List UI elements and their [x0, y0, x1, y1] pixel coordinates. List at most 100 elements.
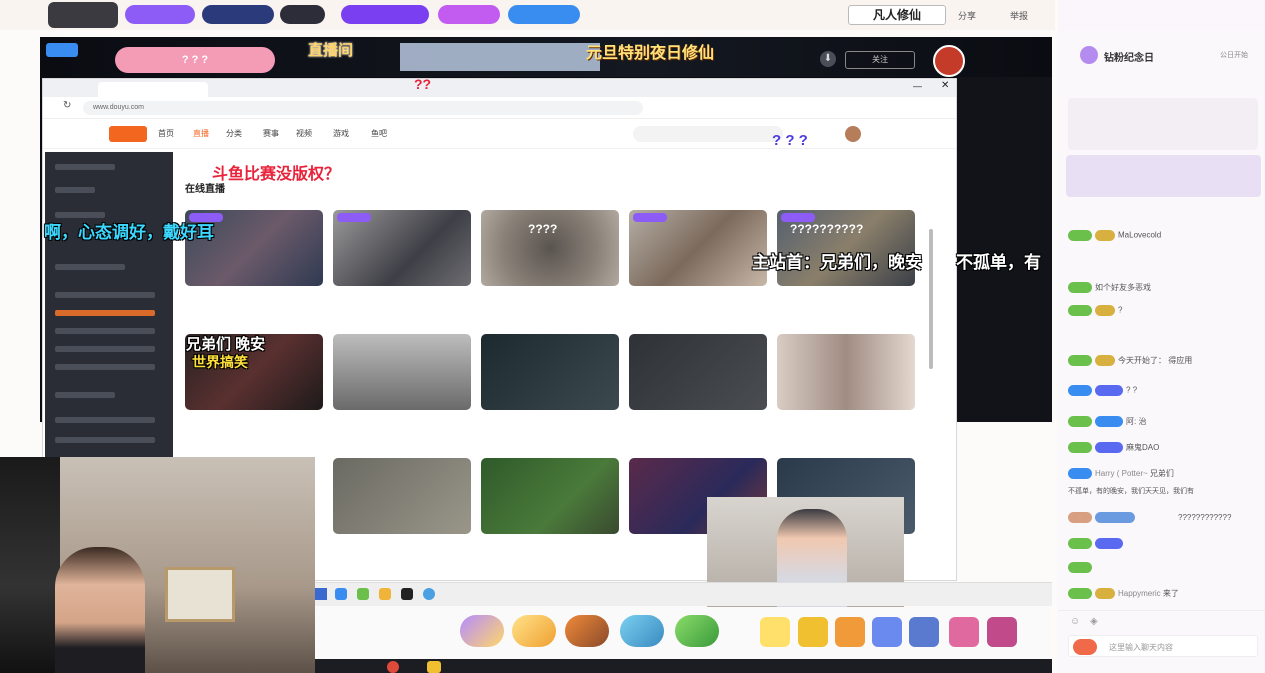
- site-user-avatar[interactable]: [845, 126, 861, 142]
- card-badge: [337, 213, 371, 222]
- browser-tab[interactable]: [98, 82, 208, 97]
- gift-icon[interactable]: [909, 617, 939, 647]
- chat-message: MaLovecold: [1068, 230, 1161, 241]
- gift-icon[interactable]: [460, 615, 504, 647]
- level-badge: [1068, 588, 1092, 600]
- share-link[interactable]: 分享: [958, 9, 976, 22]
- gift-icon[interactable]: [872, 617, 902, 647]
- close-icon[interactable]: ✕: [941, 80, 949, 91]
- chat-message: ?: [1068, 305, 1122, 316]
- tag-chip-4[interactable]: [341, 5, 429, 24]
- level-badge: [1068, 282, 1092, 294]
- fan-badge: [1095, 230, 1115, 241]
- gift-icon[interactable]: [949, 617, 979, 647]
- stream-card[interactable]: [481, 334, 619, 415]
- fan-badge: [1095, 355, 1115, 367]
- nav-item-2[interactable]: 分类: [226, 128, 242, 139]
- chat-user[interactable]: MaLovecold: [1118, 231, 1161, 240]
- card-thumbnail: [333, 334, 471, 410]
- streamer-avatar[interactable]: [48, 2, 118, 28]
- sidebar-item[interactable]: [55, 364, 155, 370]
- tag-chip-6[interactable]: [508, 5, 580, 24]
- sidebar-item[interactable]: [55, 292, 155, 298]
- stream-card[interactable]: [333, 210, 471, 291]
- webcam-main: [0, 457, 315, 673]
- nav-item-4[interactable]: 视频: [296, 128, 312, 139]
- emoji-icon[interactable]: ☺: [1070, 616, 1080, 627]
- stream-card[interactable]: [629, 210, 767, 291]
- sidebar-item[interactable]: [55, 187, 95, 193]
- download-icon[interactable]: ⬇: [820, 51, 836, 67]
- tag-chip-5[interactable]: [438, 5, 500, 24]
- taskbar-app-icon[interactable]: [423, 588, 435, 600]
- chat-header: 钻粉纪念日: [1104, 53, 1154, 64]
- sidebar-item[interactable]: [55, 310, 155, 316]
- app-icon[interactable]: [427, 661, 441, 673]
- nav-item-0[interactable]: 首页: [158, 128, 174, 139]
- stream-banner: ? ? ? 直播间 元旦特别夜日修仙 ⬇ 关注: [40, 37, 1052, 77]
- stream-card[interactable]: [629, 334, 767, 415]
- taskbar-app-icon[interactable]: [357, 588, 369, 600]
- level-badge: [1068, 305, 1092, 316]
- streamer-figure: [55, 547, 145, 673]
- gift-icon[interactable]: [675, 615, 719, 647]
- chat-message: 不孤单，有的晚安，我们天天见，我们有: [1068, 486, 1194, 496]
- stream-card[interactable]: [333, 334, 471, 415]
- gift-icon[interactable]: [987, 617, 1017, 647]
- taskbar-app-icon[interactable]: [335, 588, 347, 600]
- overlay-question-2: ? ? ?: [772, 132, 808, 149]
- site-search-input[interactable]: [633, 126, 783, 142]
- gift-icon[interactable]: [760, 617, 790, 647]
- report-link[interactable]: 举报: [1010, 9, 1028, 22]
- browser-address-row: ↻ www.douyu.com: [43, 97, 956, 119]
- fan-badge: [1095, 385, 1123, 396]
- gift-icon[interactable]: [835, 617, 865, 647]
- site-logo[interactable]: [109, 126, 147, 142]
- tag-chip-3[interactable]: [280, 5, 325, 24]
- card-thumbnail: [629, 210, 767, 286]
- chat-toolbar: ☺ ◈: [1058, 610, 1265, 632]
- nav-item-3[interactable]: 赛事: [263, 128, 279, 139]
- gift-toolbar-icon[interactable]: ◈: [1090, 616, 1098, 627]
- chat-message: 如个好友多恶戏: [1068, 282, 1151, 294]
- sidebar-item[interactable]: [55, 164, 115, 170]
- taskbar-app-icon[interactable]: [379, 588, 391, 600]
- gift-bar: [315, 607, 1050, 659]
- chat-input[interactable]: 这里输入聊天内容: [1068, 635, 1258, 657]
- fan-badge: [1095, 442, 1123, 454]
- follow-button[interactable]: 关注: [845, 51, 915, 69]
- chat-message: Harry ( Potter~ 兄弟们: [1068, 468, 1174, 480]
- tag-chip-2[interactable]: [202, 5, 274, 24]
- reload-icon[interactable]: ↻: [63, 100, 71, 111]
- start-icon[interactable]: [315, 588, 327, 600]
- level-badge: [1068, 468, 1092, 480]
- nav-item-5[interactable]: 游戏: [333, 128, 349, 139]
- chrome-icon[interactable]: [387, 661, 399, 673]
- gift-icon[interactable]: [620, 615, 664, 647]
- gift-icon[interactable]: [798, 617, 828, 647]
- stream-card[interactable]: [777, 334, 915, 415]
- tag-chip-1[interactable]: [125, 5, 195, 24]
- danmu-far-right: 不孤单，有: [956, 253, 1041, 272]
- chat-text: 今天开始了： 得应用: [1118, 356, 1193, 365]
- sidebar-item[interactable]: [55, 417, 155, 423]
- address-bar[interactable]: www.douyu.com: [83, 101, 643, 115]
- host-avatar[interactable]: [933, 45, 965, 77]
- stream-card[interactable]: [481, 458, 619, 539]
- sidebar-item[interactable]: [55, 264, 125, 270]
- sidebar-item[interactable]: [55, 437, 155, 443]
- nav-item-1[interactable]: 直播: [193, 128, 209, 139]
- taskbar-app-icon[interactable]: [401, 588, 413, 600]
- chat-user[interactable]: Harry ( Potter~: [1095, 469, 1148, 478]
- sidebar-item[interactable]: [55, 328, 155, 334]
- danmu-card-overlay: 兄弟们 晚安: [186, 336, 266, 353]
- gift-icon[interactable]: [512, 615, 556, 647]
- gift-icon[interactable]: [565, 615, 609, 647]
- nav-item-6[interactable]: 鱼吧: [371, 128, 387, 139]
- browser-scrollbar[interactable]: [929, 229, 933, 369]
- sidebar-item[interactable]: [55, 346, 155, 352]
- sidebar-item[interactable]: [55, 392, 115, 398]
- minimize-icon[interactable]: —: [913, 81, 922, 91]
- stream-card[interactable]: [333, 458, 471, 539]
- chat-user[interactable]: Happymeric: [1118, 589, 1161, 598]
